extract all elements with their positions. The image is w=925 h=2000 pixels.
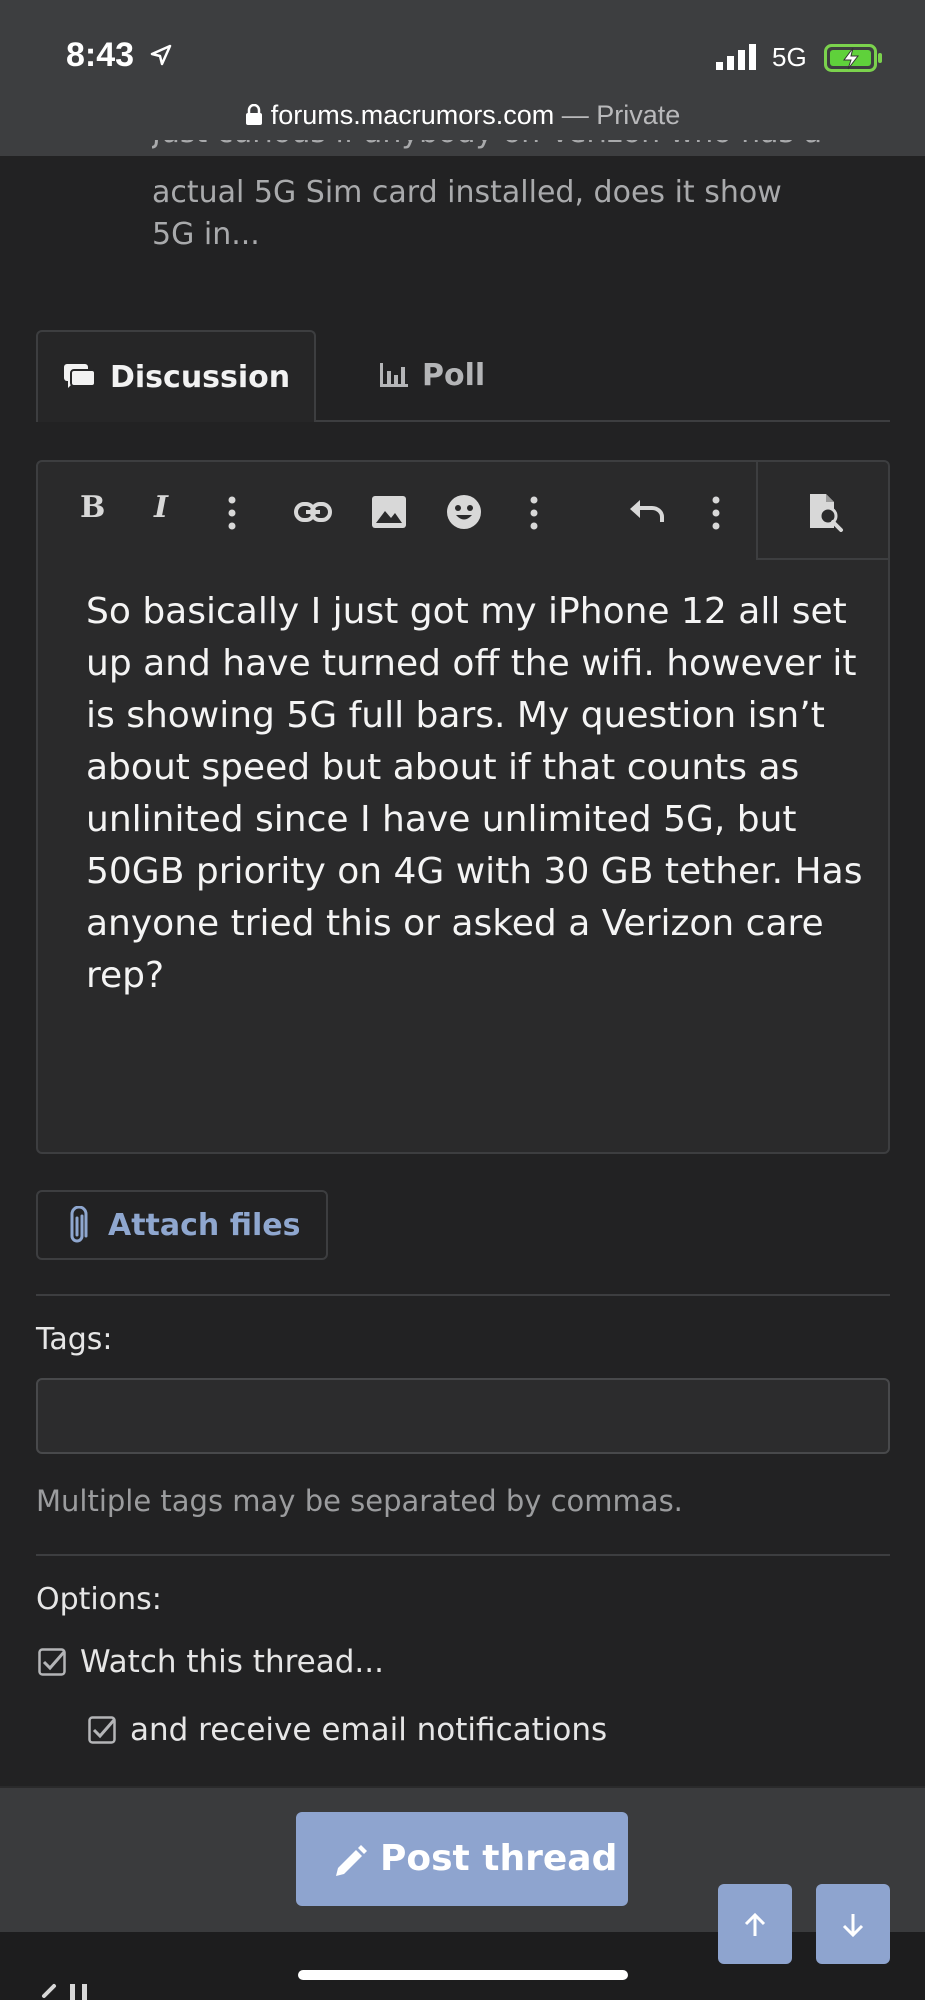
divider: [36, 1294, 890, 1296]
checkbox-checked-icon: [38, 1648, 66, 1684]
bar-chart-icon: [380, 360, 408, 395]
divider: [36, 1554, 890, 1556]
url-separator: —: [554, 100, 597, 130]
post-thread-label: Post thread: [380, 1838, 618, 1879]
arrow-down-icon: [842, 1914, 864, 1938]
signal-bars-icon: [716, 44, 760, 74]
email-notifications-checkbox[interactable]: and receive email notifications: [88, 1712, 607, 1752]
undo-icon[interactable]: [628, 500, 666, 528]
arrow-up-icon: [744, 1912, 766, 1936]
status-time: 8:43: [66, 36, 135, 74]
network-type: 5G: [772, 42, 807, 72]
scroll-down-button[interactable]: [816, 1884, 890, 1964]
image-icon[interactable]: [372, 496, 406, 532]
bold-button[interactable]: B: [80, 490, 105, 525]
options-label: Options:: [36, 1582, 162, 1617]
more-vert-icon[interactable]: [228, 496, 236, 534]
more-vert-icon[interactable]: [712, 496, 720, 534]
tags-hint: Multiple tags may be separated by commas…: [36, 1484, 683, 1518]
battery-charging-icon: [824, 44, 884, 76]
watch-thread-label: Watch this thread...: [80, 1644, 384, 1680]
emoji-icon[interactable]: [446, 494, 482, 534]
tab-discussion[interactable]: Discussion: [36, 330, 316, 422]
preview-button[interactable]: [756, 460, 890, 560]
browsing-mode: Private: [596, 100, 681, 130]
tags-label: Tags:: [36, 1322, 113, 1357]
tab-poll[interactable]: Poll: [380, 358, 485, 395]
email-notifications-label: and receive email notifications: [130, 1712, 608, 1748]
back-navigation-hint[interactable]: [40, 1982, 100, 2000]
editor-content[interactable]: So basically I just got my iPhone 12 all…: [86, 586, 866, 1002]
italic-button[interactable]: I: [154, 490, 168, 525]
preview-icon: [808, 492, 844, 536]
post-thread-button[interactable]: Post thread: [296, 1812, 628, 1906]
pencil-icon: [334, 1844, 368, 1882]
more-vert-icon[interactable]: [530, 496, 538, 534]
checkbox-checked-icon: [88, 1716, 116, 1752]
snippet-cut-line: Just curious if anybody on Verizon who h…: [152, 140, 872, 158]
snippet-line: actual 5G Sim card installed, does it sh…: [152, 175, 782, 210]
url-domain: forums.macrumors.com: [270, 100, 555, 130]
tab-poll-label: Poll: [422, 358, 486, 393]
url-bar[interactable]: forums.macrumors.com — Private: [0, 100, 925, 133]
lock-icon: [245, 102, 263, 133]
location-arrow-icon: [150, 44, 172, 70]
tab-divider: [316, 420, 890, 422]
thread-snippet: actual 5G Sim card installed, does it sh…: [152, 172, 872, 256]
watch-thread-checkbox[interactable]: Watch this thread...: [38, 1644, 384, 1684]
paperclip-icon: [66, 1205, 88, 1250]
snippet-line: 5G in...: [152, 217, 260, 252]
attach-files-button[interactable]: Attach files: [36, 1190, 328, 1260]
chat-bubbles-icon: [64, 364, 96, 396]
home-indicator: [298, 1970, 628, 1980]
link-icon[interactable]: [294, 500, 332, 528]
tags-input[interactable]: [36, 1378, 890, 1454]
tab-discussion-label: Discussion: [110, 360, 291, 395]
scroll-up-button[interactable]: [718, 1884, 792, 1964]
attach-files-label: Attach files: [108, 1208, 301, 1243]
